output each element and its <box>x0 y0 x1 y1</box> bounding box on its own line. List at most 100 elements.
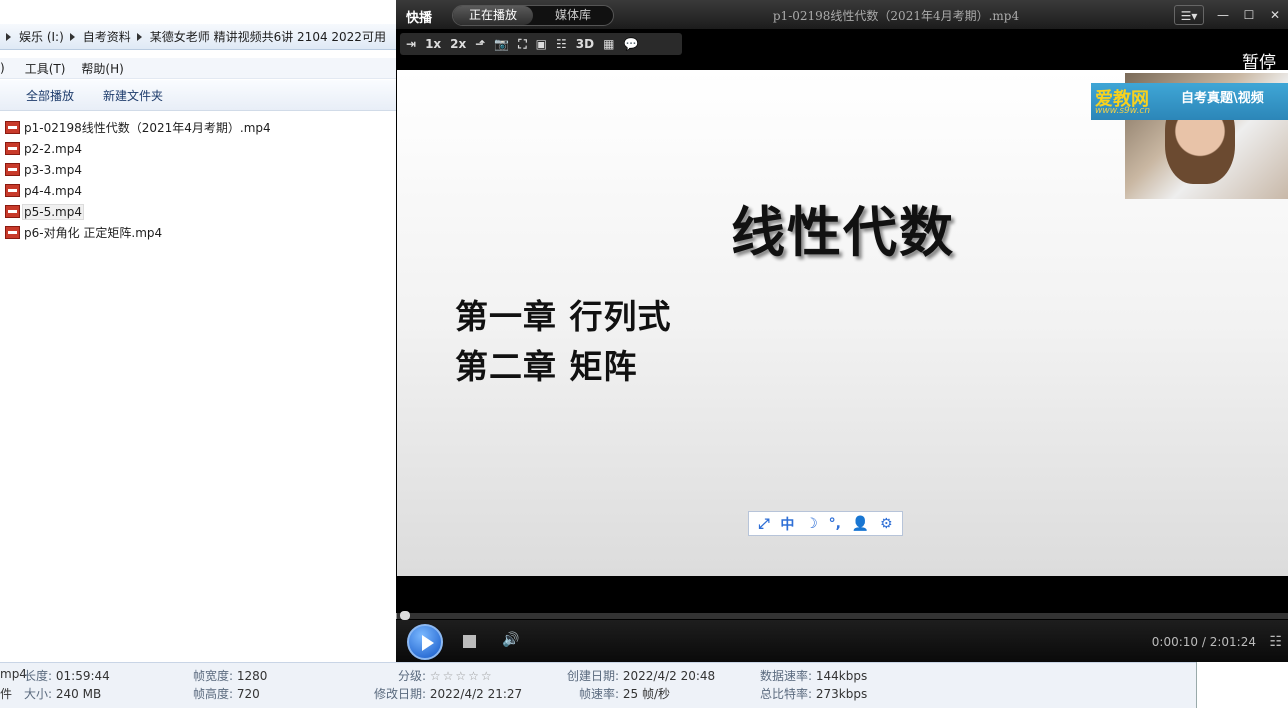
video-title: p1-02198线性代数（2021年4月考期）.mp4 <box>772 9 1020 23</box>
ime-resize-icon[interactable]: ⤢ <box>758 516 769 532</box>
breadcrumb-arrow-icon[interactable] <box>136 32 142 41</box>
modified-field: 修改日期: 2022/4/2 21:27 <box>374 685 522 702</box>
file-name[interactable]: p6-对角化 正定矩阵.mp4 <box>23 224 163 241</box>
list-item[interactable]: p4-4.mp4 <box>0 180 396 201</box>
created-label: 创建日期: <box>567 669 620 683</box>
length-field: 长度: 01:59:44 <box>24 667 110 684</box>
qr-code-icon[interactable]: ▦ <box>603 37 614 51</box>
file-name[interactable]: p1-02198线性代数（2021年4月考期）.mp4 <box>23 119 272 136</box>
picture-icon[interactable]: ▣ <box>536 37 547 51</box>
details-pane-divider <box>1196 662 1288 708</box>
video-file-icon <box>5 226 20 239</box>
slide-chapter-1: 第一章 行列式 <box>455 297 672 336</box>
player-tabs: 正在播放 媒体库 <box>452 5 614 26</box>
tab-now-playing[interactable]: 正在播放 <box>453 6 533 25</box>
ime-user-icon[interactable]: 👤 <box>852 516 869 532</box>
video-file-icon <box>5 163 20 176</box>
list-item[interactable]: p3-3.mp4 <box>0 159 396 180</box>
playback-time: 0:00:10 / 2:01:24 <box>1151 635 1256 649</box>
breadcrumb-arrow-icon[interactable] <box>69 32 75 41</box>
ime-punctuation-icon[interactable]: °, <box>829 516 841 532</box>
list-item-hovered[interactable]: p5-5.mp4 <box>0 201 396 222</box>
main-menu-icon[interactable]: ☰▾ <box>1174 5 1204 25</box>
play-button[interactable] <box>407 624 443 660</box>
seek-bar[interactable] <box>396 611 1288 620</box>
screenshot-icon[interactable]: 📷 <box>494 37 509 51</box>
video-file-icon <box>5 121 20 134</box>
file-name[interactable]: p5-5.mp4 <box>22 203 84 220</box>
player-title-bar[interactable]: 快播 正在播放 媒体库 p1-02198线性代数（2021年4月考期）.mp4 … <box>396 0 1288 30</box>
volume-icon[interactable]: 🔊 <box>502 632 519 648</box>
tab-media-library[interactable]: 媒体库 <box>533 6 613 25</box>
frame-height-field: 帧高度: 720 <box>193 685 260 702</box>
new-folder-button[interactable]: 新建文件夹 <box>99 85 167 106</box>
modified-label: 修改日期: <box>374 687 427 701</box>
comment-icon[interactable]: 💬 <box>623 37 638 51</box>
3d-button[interactable]: 3D <box>576 37 594 51</box>
video-file-icon <box>5 184 20 197</box>
data-rate-label: 数据速率: <box>760 669 813 683</box>
rating-stars[interactable]: ☆☆☆☆☆ <box>430 669 494 683</box>
ime-chinese-mode-icon[interactable]: 中 <box>780 514 794 534</box>
menu-item-tools[interactable]: 工具(T) <box>17 60 74 77</box>
size-label: 大小: <box>24 687 53 701</box>
skip-icon[interactable]: ⇥ <box>406 37 416 51</box>
fullscreen-icon[interactable]: ⛶ <box>518 37 526 52</box>
seek-handle[interactable] <box>400 611 410 620</box>
frame-height-value: 720 <box>236 687 260 701</box>
video-frame[interactable]: 爱教网 自考真题\视频 www.s9w.cn 线性代数 第一章 行列式 第二章 … <box>397 70 1288 576</box>
total-bitrate-field: 总比特率: 273kbps <box>760 685 867 702</box>
speed-1x-button[interactable]: 1x <box>425 37 441 51</box>
modified-value: 2022/4/2 21:27 <box>429 687 523 701</box>
list-item[interactable]: p2-2.mp4 <box>0 138 396 159</box>
frame-rate-label: 帧速率: <box>579 687 620 701</box>
menu-bar: ) 工具(T) 帮助(H) <box>0 58 396 79</box>
explorer-toolbar: 全部播放 新建文件夹 <box>0 80 396 111</box>
speed-2x-button[interactable]: 2x <box>450 37 466 51</box>
close-icon[interactable]: ✕ <box>1262 5 1288 25</box>
breadcrumb-drive[interactable]: 娱乐 (I:) <box>19 28 64 45</box>
file-type-tail: 件 <box>0 687 13 701</box>
address-bar[interactable]: 娱乐 (I:) 自考资料 某德女老师 精讲视频共6讲 2104 2022可用 <box>0 24 396 50</box>
breadcrumb-current-folder[interactable]: 某德女老师 精讲视频共6讲 2104 2022可用 <box>150 28 386 45</box>
file-name[interactable]: p2-2.mp4 <box>23 142 83 156</box>
ime-toolbar: ⤢ 中 ☽ °, 👤 ⚙ <box>748 511 903 536</box>
stop-button[interactable] <box>463 635 476 648</box>
total-bitrate-label: 总比特率: <box>760 687 813 701</box>
menu-item-partial[interactable]: ) <box>0 61 13 75</box>
settings-slider-icon[interactable]: ☷ <box>556 37 567 51</box>
file-name[interactable]: p3-3.mp4 <box>23 163 83 177</box>
frame-rate-value: 25 帧/秒 <box>622 687 671 701</box>
size-field: 大小: 240 MB <box>24 685 101 702</box>
ime-half-width-icon[interactable]: ☽ <box>805 516 818 532</box>
control-bar: 🔊 0:00:10 / 2:01:24 ☷ <box>396 620 1288 662</box>
maximize-icon[interactable]: ☐ <box>1236 5 1262 25</box>
minimize-icon[interactable]: — <box>1210 5 1236 25</box>
created-field: 创建日期: 2022/4/2 20:48 <box>567 667 715 684</box>
rating-label: 分级: <box>398 669 427 683</box>
file-name-tail: mp4 <box>0 667 27 681</box>
play-all-button[interactable]: 全部播放 <box>22 85 78 106</box>
breadcrumb-folder[interactable]: 自考资料 <box>83 28 131 45</box>
site-watermark-banner: 爱教网 自考真题\视频 www.s9w.cn <box>1091 83 1288 120</box>
seek-bar-fill <box>396 613 398 619</box>
playlist-icon[interactable]: ☷ <box>1269 634 1282 650</box>
rating-field: 分级: ☆☆☆☆☆ <box>398 667 494 684</box>
data-rate-value: 144kbps <box>815 669 868 683</box>
rotate-icon[interactable]: ⬏ <box>475 37 485 51</box>
explorer-window: 娱乐 (I:) 自考资料 某德女老师 精讲视频共6讲 2104 2022可用 )… <box>0 0 396 662</box>
frame-width-value: 1280 <box>236 669 268 683</box>
video-player-window: 快播 正在播放 媒体库 p1-02198线性代数（2021年4月考期）.mp4 … <box>396 0 1288 662</box>
menu-item-help[interactable]: 帮助(H) <box>73 60 131 77</box>
frame-rate-field: 帧速率: 25 帧/秒 <box>579 685 670 702</box>
banner-subtitle: 自考真题\视频 <box>1181 91 1264 106</box>
frame-height-label: 帧高度: <box>193 687 234 701</box>
list-item[interactable]: p1-02198线性代数（2021年4月考期）.mp4 <box>0 117 396 138</box>
video-file-icon <box>5 205 20 218</box>
list-item[interactable]: p6-对角化 正定矩阵.mp4 <box>0 222 396 243</box>
ime-settings-icon[interactable]: ⚙ <box>880 516 893 532</box>
slide-title: 线性代数 <box>731 201 955 264</box>
breadcrumb-arrow-icon[interactable] <box>6 32 11 41</box>
length-label: 长度: <box>24 669 53 683</box>
file-name[interactable]: p4-4.mp4 <box>23 184 83 198</box>
